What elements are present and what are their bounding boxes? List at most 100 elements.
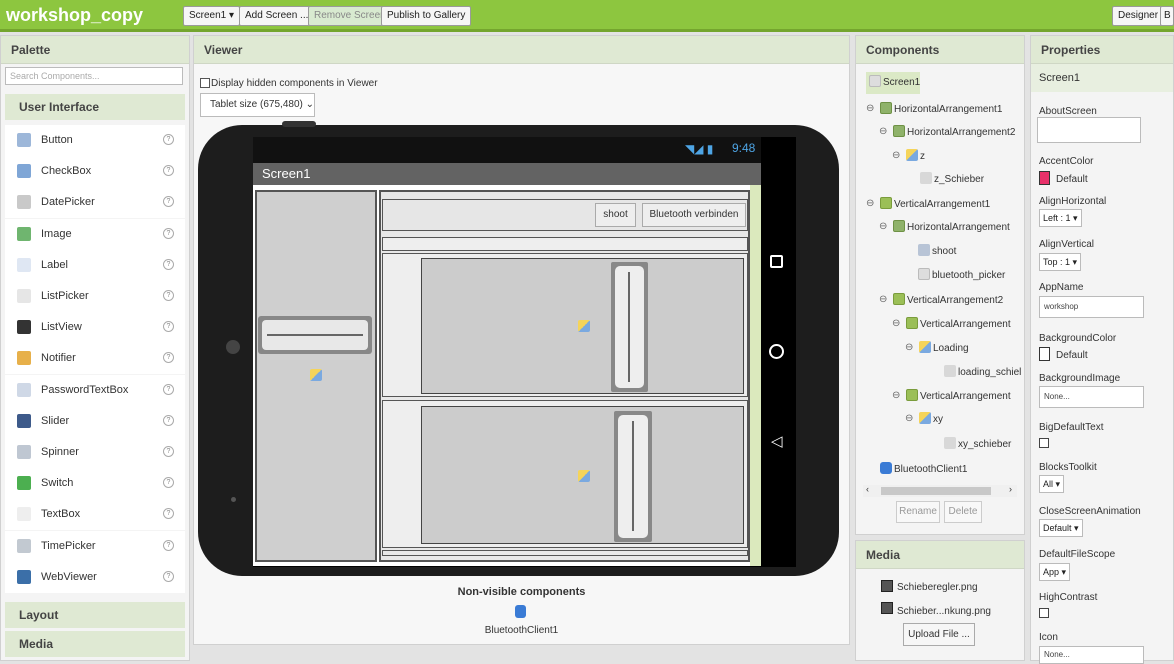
tree-node[interactable]: HorizontalArrangement1	[880, 102, 1002, 115]
tree-node[interactable]: loading_schiel	[944, 365, 1021, 378]
close-screen-animation-select[interactable]: Default ▾	[1039, 519, 1083, 537]
tree-node[interactable]: z	[906, 149, 925, 162]
collapse-icon[interactable]: ⊖	[892, 318, 900, 329]
help-icon[interactable]: ?	[163, 414, 174, 426]
palette-item-spinner[interactable]: Spinner?	[5, 437, 185, 468]
help-icon[interactable]: ?	[163, 508, 174, 520]
help-icon[interactable]: ?	[163, 352, 174, 364]
tree-node[interactable]: Loading	[919, 341, 969, 354]
delete-button[interactable]: Delete	[944, 501, 982, 523]
image-icon	[17, 226, 31, 241]
help-icon[interactable]: ?	[163, 227, 174, 239]
icon-picker[interactable]: None...	[1039, 646, 1144, 664]
category-media[interactable]: Media	[5, 631, 185, 657]
z-slider[interactable]	[258, 316, 372, 354]
app-name-input[interactable]: workshop	[1039, 296, 1144, 318]
help-icon[interactable]: ?	[163, 383, 174, 395]
help-icon[interactable]: ?	[163, 134, 174, 145]
tree-node[interactable]: Screen1	[866, 72, 920, 94]
tree-node[interactable]: shoot	[918, 244, 956, 257]
help-icon[interactable]: ?	[163, 258, 174, 270]
slider-icon	[944, 365, 956, 377]
default-file-scope-select[interactable]: App ▾	[1039, 563, 1071, 581]
rename-button[interactable]: Rename	[896, 501, 940, 523]
palette-item-image[interactable]: Image?	[5, 218, 185, 250]
collapse-icon[interactable]: ⊖	[879, 294, 887, 305]
palette-search-input[interactable]: Search Components...	[5, 67, 183, 85]
palette-item-slider[interactable]: Slider?	[5, 405, 185, 437]
background-image-picker[interactable]: None...	[1039, 386, 1144, 408]
tree-hscrollbar[interactable]: ‹ ›	[863, 484, 1017, 497]
category-user-interface[interactable]: User Interface	[5, 94, 185, 120]
tree-node[interactable]: HorizontalArrangement2	[893, 125, 1015, 138]
collapse-icon[interactable]: ⊖	[879, 126, 887, 137]
tree-node[interactable]: HorizontalArrangement	[893, 220, 1010, 233]
bluetooth-icon[interactable]	[515, 605, 526, 618]
bluetooth-button[interactable]: Bluetooth verbinden	[642, 203, 746, 227]
tree-node[interactable]: VerticalArrangement	[906, 389, 1011, 402]
media-file-2[interactable]: Schieber...nkung.png	[897, 606, 991, 617]
tree-node[interactable]: VerticalArrangement2	[893, 293, 1003, 306]
help-icon[interactable]: ?	[163, 539, 174, 551]
upload-file-button[interactable]: Upload File ...	[903, 623, 975, 646]
palette-item-webviewer[interactable]: WebViewer?	[5, 561, 185, 593]
help-icon[interactable]: ?	[163, 290, 174, 301]
screen-select[interactable]: Screen1 ▾	[183, 6, 241, 26]
help-icon[interactable]: ?	[163, 196, 174, 208]
align-horizontal-select[interactable]: Left : 1 ▾	[1039, 209, 1082, 227]
palette-item-label[interactable]: Label?	[5, 249, 185, 281]
shoot-button[interactable]: shoot	[595, 203, 636, 227]
add-screen-button[interactable]: Add Screen ...	[239, 6, 315, 26]
help-icon[interactable]: ?	[163, 570, 174, 582]
accent-color-picker[interactable]: Default	[1039, 171, 1088, 185]
palette-item-datepicker[interactable]: DatePicker?	[5, 187, 185, 219]
collapse-icon[interactable]: ⊖	[905, 413, 913, 424]
tree-node[interactable]: z_Schieber	[920, 172, 984, 185]
remove-screen-button[interactable]: Remove Screen	[308, 6, 392, 26]
high-contrast-checkbox[interactable]	[1039, 608, 1049, 618]
collapse-icon[interactable]: ⊖	[905, 342, 913, 353]
big-default-text-checkbox[interactable]	[1039, 438, 1049, 448]
tree-node[interactable]: VerticalArrangement	[906, 317, 1011, 330]
align-vertical-select[interactable]: Top : 1 ▾	[1039, 253, 1082, 271]
tree-node[interactable]: bluetooth_picker	[918, 268, 1005, 281]
about-screen-textarea[interactable]	[1037, 117, 1141, 143]
palette-item-textbox[interactable]: TextBox?	[5, 499, 185, 531]
designer-button[interactable]: Designer	[1112, 6, 1165, 26]
palette-item-passwordtextbox[interactable]: PasswordTextBox?	[5, 374, 185, 406]
palette-item-button[interactable]: Button?	[5, 125, 185, 156]
blocks-button[interactable]: B	[1160, 6, 1174, 26]
bluetooth-icon	[880, 462, 892, 474]
palette-item-switch[interactable]: Switch?	[5, 468, 185, 500]
collapse-icon[interactable]: ⊖	[866, 198, 874, 209]
xy-slider[interactable]	[614, 411, 652, 542]
category-layout[interactable]: Layout	[5, 602, 185, 628]
media-file-1[interactable]: Schieberegler.png	[897, 582, 978, 593]
about-screen-label: AboutScreen	[1039, 106, 1097, 117]
palette-item-timepicker[interactable]: TimePicker?	[5, 530, 185, 562]
help-icon[interactable]: ?	[163, 446, 174, 457]
tree-node[interactable]: VerticalArrangement1	[880, 197, 990, 210]
display-hidden-checkbox[interactable]	[200, 78, 210, 88]
palette-item-notifier[interactable]: Notifier?	[5, 343, 185, 375]
help-icon[interactable]: ?	[163, 321, 174, 333]
publish-gallery-button[interactable]: Publish to Gallery	[381, 6, 472, 26]
nonvisible-bluetooth[interactable]: BluetoothClient1	[193, 625, 850, 636]
tree-node[interactable]: BluetoothClient1	[880, 462, 967, 475]
collapse-icon[interactable]: ⊖	[892, 150, 900, 161]
help-icon[interactable]: ?	[163, 477, 174, 489]
palette-item-listpicker[interactable]: ListPicker?	[5, 281, 185, 312]
blocks-toolkit-label: BlocksToolkit	[1039, 462, 1097, 473]
palette-item-checkbox[interactable]: CheckBox?	[5, 156, 185, 188]
collapse-icon[interactable]: ⊖	[892, 390, 900, 401]
blocks-toolkit-select[interactable]: All ▾	[1039, 475, 1065, 493]
palette-item-listview[interactable]: ListView?	[5, 312, 185, 344]
help-icon[interactable]: ?	[163, 165, 174, 177]
loading-slider[interactable]	[611, 262, 648, 392]
tree-node[interactable]: xy	[919, 412, 943, 425]
tree-node[interactable]: xy_schieber	[944, 437, 1011, 450]
collapse-icon[interactable]: ⊖	[866, 103, 874, 114]
background-color-picker[interactable]: Default	[1039, 347, 1088, 361]
collapse-icon[interactable]: ⊖	[879, 221, 887, 232]
device-size-select[interactable]: Tablet size (675,480) ⌄	[200, 93, 315, 117]
